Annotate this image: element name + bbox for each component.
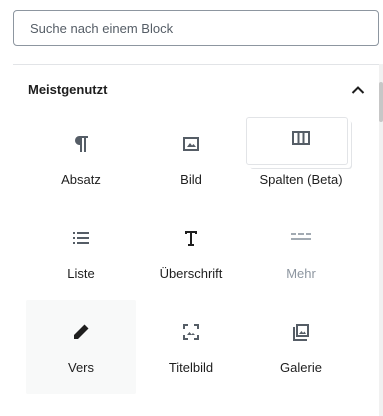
- scrollbar-thumb[interactable]: [379, 82, 383, 122]
- block-grid: Absatz Bild Spalten (Beta) Liste Übersch…: [26, 112, 356, 394]
- block-label: Galerie: [280, 360, 322, 375]
- block-verse[interactable]: Vers: [26, 300, 136, 394]
- block-gallery[interactable]: Galerie: [246, 300, 356, 394]
- paragraph-icon: [69, 132, 93, 156]
- block-columns[interactable]: Spalten (Beta): [246, 112, 356, 206]
- columns-icon: [289, 126, 313, 150]
- block-label: Absatz: [61, 172, 101, 187]
- block-label: Spalten (Beta): [259, 172, 343, 187]
- gallery-icon: [289, 320, 313, 344]
- list-icon: [69, 226, 93, 250]
- block-list[interactable]: Liste: [26, 206, 136, 300]
- cover-image-icon: [179, 320, 203, 344]
- chevron-up-icon[interactable]: [346, 77, 370, 101]
- heading-icon: [179, 226, 203, 250]
- divider: [13, 64, 379, 65]
- block-heading[interactable]: Überschrift: [136, 206, 246, 300]
- block-label: Überschrift: [159, 266, 223, 281]
- panel-header-toggle[interactable]: Meistgenutzt: [13, 66, 370, 112]
- block-more[interactable]: Mehr: [246, 206, 356, 300]
- pencil-icon: [69, 320, 93, 344]
- block-label: Mehr: [286, 266, 316, 281]
- block-label: Bild: [180, 172, 202, 187]
- panel-title: Meistgenutzt: [28, 81, 108, 97]
- block-label: Liste: [67, 266, 95, 281]
- block-paragraph[interactable]: Absatz: [26, 112, 136, 206]
- search-placeholder: Suche nach einem Block: [30, 20, 174, 36]
- search-input[interactable]: Suche nach einem Block: [13, 10, 379, 46]
- block-label: Titelbild: [168, 360, 214, 375]
- block-label: Vers: [67, 360, 94, 375]
- block-image[interactable]: Bild: [136, 112, 246, 206]
- block-cover-image[interactable]: Titelbild: [136, 300, 246, 394]
- image-icon: [179, 132, 203, 156]
- more-icon: [289, 226, 313, 250]
